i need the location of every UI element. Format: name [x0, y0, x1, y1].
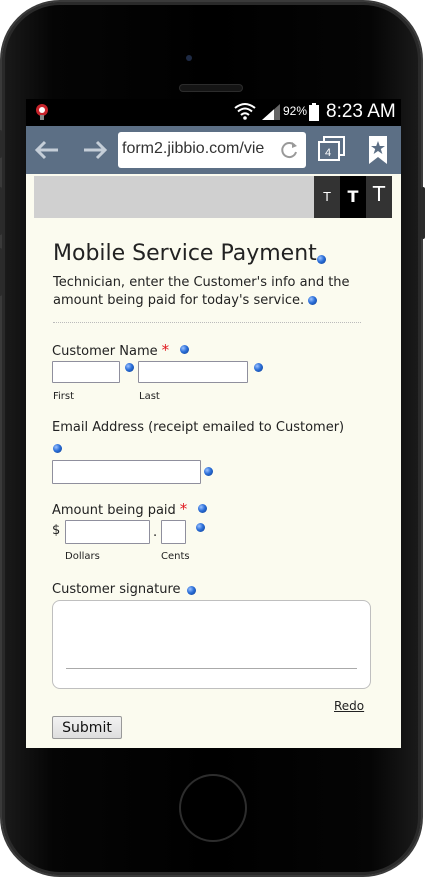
divider	[53, 322, 361, 323]
text-size-large-button[interactable]: T	[366, 176, 392, 218]
front-camera	[186, 55, 192, 61]
battery-icon	[309, 103, 319, 121]
email-field[interactable]	[52, 460, 201, 484]
cents-sublabel: Cents	[161, 551, 190, 562]
signal-icon	[262, 104, 280, 120]
status-time: 8:23 AM	[326, 101, 396, 122]
help-icon[interactable]	[180, 345, 189, 354]
home-button[interactable]	[181, 776, 245, 840]
required-star: *	[179, 500, 188, 518]
volume-up-button	[0, 187, 2, 235]
earpiece-speaker	[179, 84, 243, 92]
wifi-icon	[234, 103, 256, 120]
decimal-separator: .	[153, 525, 158, 540]
help-icon[interactable]	[198, 504, 207, 513]
amount-label: Amount being paid *	[52, 500, 188, 518]
url-text: form2.jibbio.com/vie	[122, 140, 265, 157]
url-input[interactable]: form2.jibbio.com/vie	[118, 132, 306, 168]
forward-arrow-icon[interactable]	[80, 137, 110, 163]
form-title: Mobile Service Payment	[53, 241, 317, 266]
last-name-input[interactable]	[138, 361, 248, 383]
signature-line	[66, 668, 357, 669]
redo-link[interactable]: Redo	[334, 699, 364, 713]
help-icon[interactable]	[196, 523, 205, 532]
status-bar: 92% 8:23 AM	[26, 99, 401, 126]
power-button	[421, 187, 425, 239]
first-sublabel: First	[53, 391, 75, 402]
app-notification-icon	[36, 104, 48, 120]
email-label: Email Address (receipt emailed to Custom…	[52, 420, 345, 435]
help-icon[interactable]	[204, 467, 213, 476]
tab-count: 4	[324, 147, 332, 159]
first-name-input[interactable]	[52, 361, 120, 383]
required-star: *	[161, 341, 170, 359]
bookmark-icon[interactable]	[367, 134, 389, 166]
customer-name-label: Customer Name *	[52, 341, 170, 359]
form-description: Technician, enter the Customer's info an…	[53, 274, 373, 310]
signature-pad[interactable]	[52, 600, 371, 689]
browser-toolbar: form2.jibbio.com/vie 4	[26, 126, 401, 174]
mute-switch	[0, 130, 2, 158]
help-icon[interactable]	[254, 363, 263, 372]
last-sublabel: Last	[139, 391, 160, 402]
dollars-input[interactable]	[65, 520, 150, 544]
text-size-small-button[interactable]: T	[314, 176, 340, 218]
currency-symbol: $	[52, 523, 61, 538]
cents-input[interactable]	[161, 520, 186, 544]
form-description-text: Technician, enter the Customer's info an…	[53, 275, 350, 308]
payment-form: Mobile Service Payment Technician, enter…	[26, 218, 401, 748]
volume-down-button	[0, 248, 2, 296]
help-icon[interactable]	[125, 363, 134, 372]
signature-label: Customer signature	[52, 582, 181, 597]
submit-button[interactable]: Submit	[52, 716, 122, 739]
help-icon[interactable]	[308, 296, 317, 305]
phone-screen: 92% 8:23 AM form2.jibbio.com/vie 4 T T T…	[26, 99, 401, 748]
tabs-button[interactable]: 4	[315, 135, 347, 165]
battery-percent: 92%	[283, 104, 308, 118]
help-icon[interactable]	[187, 586, 196, 595]
reload-icon[interactable]	[278, 139, 300, 161]
back-arrow-icon[interactable]	[32, 137, 62, 163]
dollars-sublabel: Dollars	[65, 551, 100, 562]
text-size-medium-button[interactable]: T	[340, 176, 366, 218]
help-icon[interactable]	[317, 255, 326, 264]
help-icon[interactable]	[53, 444, 62, 453]
